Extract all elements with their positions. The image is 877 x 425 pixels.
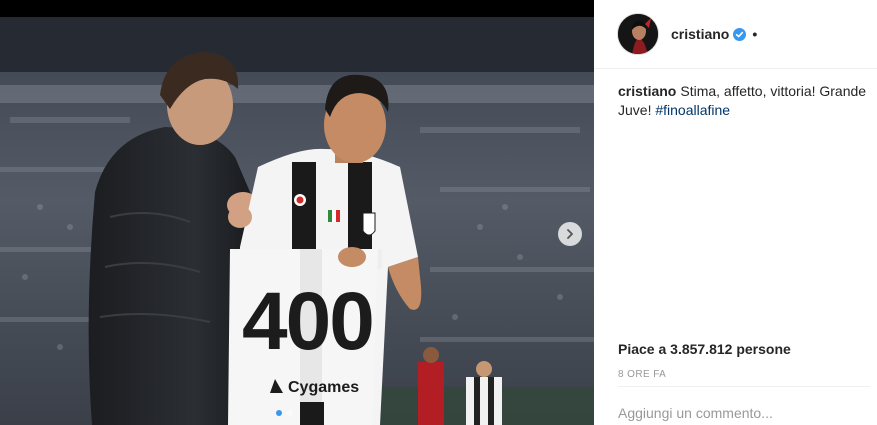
hashtag-link[interactable]: #finoallafine	[655, 102, 730, 118]
carousel-dot-active	[276, 410, 282, 416]
next-photo-button[interactable]	[558, 222, 582, 246]
jersey-number: 400	[242, 276, 373, 367]
post-header: cristiano •	[594, 0, 877, 69]
likes-count[interactable]: Piace a 3.857.812 persone	[618, 341, 791, 357]
jersey-sponsor: Cygames	[288, 379, 359, 396]
carousel-indicator	[276, 410, 293, 416]
divider	[618, 386, 870, 387]
post-photo: 400 Cygames	[0, 17, 594, 425]
post-caption: cristiano Stima, affetto, vittoria! Grand…	[618, 82, 868, 120]
verified-badge-icon	[733, 27, 747, 41]
username-link[interactable]: cristiano	[671, 26, 729, 42]
comment-input[interactable]	[618, 402, 870, 424]
carousel-dot	[287, 410, 293, 416]
caption-username[interactable]: cristiano	[618, 83, 676, 99]
post-media[interactable]: 400 Cygames	[0, 17, 594, 425]
avatar[interactable]	[617, 13, 659, 55]
chevron-right-icon	[567, 229, 573, 239]
header-separator: •	[752, 26, 758, 42]
post-timestamp[interactable]: 8 ORE FA	[618, 369, 666, 380]
post-side-panel: cristiano • cristiano Stima, affetto, vit…	[594, 0, 877, 425]
